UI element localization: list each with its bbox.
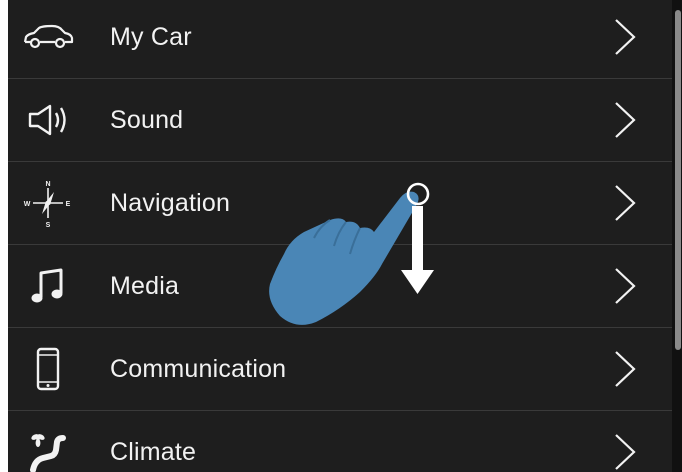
menu-item-navigation[interactable]: N S E W Navigation	[8, 162, 672, 245]
menu-item-label: Media	[110, 271, 180, 300]
chevron-right-icon	[615, 351, 636, 387]
car-icon	[20, 12, 76, 62]
music-note-icon	[20, 261, 76, 311]
chevron-right-icon	[615, 19, 636, 55]
menu-item-label: Climate	[110, 437, 197, 466]
menu-item-my-car[interactable]: My Car	[8, 0, 672, 79]
menu-item-sound[interactable]: Sound	[8, 79, 672, 162]
menu-item-communication[interactable]: Communication	[8, 328, 672, 411]
speaker-icon	[20, 95, 76, 145]
car-settings-screen: My Car Sound N S E W Navigation Media Co…	[8, 0, 682, 472]
compass-west-label: W	[24, 201, 31, 208]
menu-item-climate[interactable]: Climate	[8, 411, 672, 472]
menu-item-label: Communication	[110, 354, 287, 383]
chevron-right-icon	[615, 268, 636, 304]
compass-icon: N S E W	[20, 178, 76, 228]
chevron-right-icon	[615, 434, 636, 470]
compass-north-label: N	[45, 181, 50, 188]
scrollbar-thumb[interactable]	[675, 10, 681, 350]
menu-item-label: Sound	[110, 105, 184, 134]
climate-icon	[20, 427, 76, 472]
compass-south-label: S	[46, 222, 51, 228]
chevron-right-icon	[615, 185, 636, 221]
chevron-right-icon	[615, 102, 636, 138]
menu-item-label: My Car	[110, 22, 192, 51]
compass-east-label: E	[66, 201, 71, 208]
menu-item-media[interactable]: Media	[8, 245, 672, 328]
settings-menu: My Car Sound N S E W Navigation Media Co…	[8, 0, 672, 472]
menu-item-label: Navigation	[110, 188, 231, 217]
phone-icon	[20, 344, 76, 394]
